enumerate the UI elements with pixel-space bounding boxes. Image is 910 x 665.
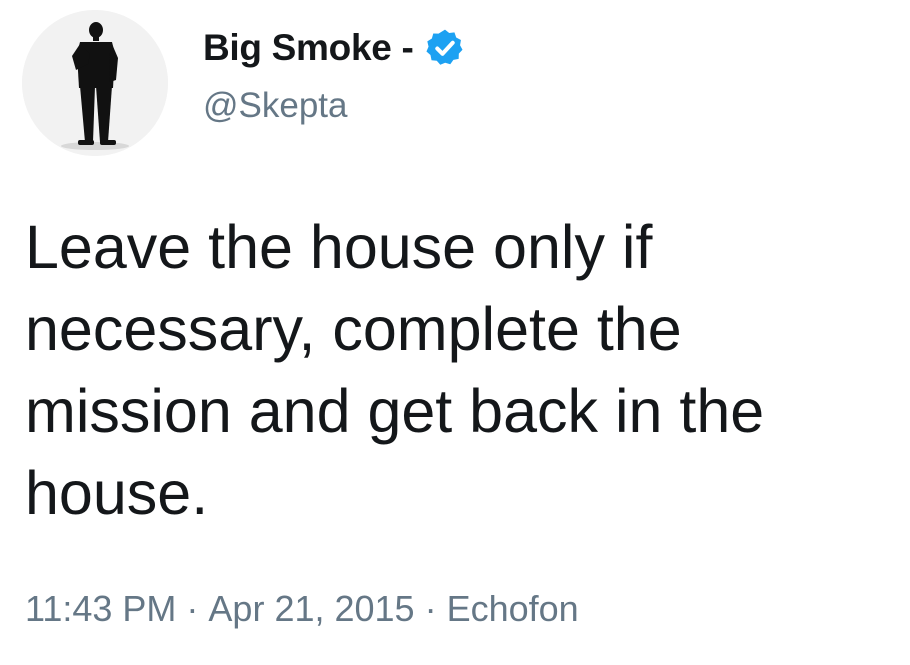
- avatar-silhouette-icon: [22, 10, 168, 156]
- tweet-time[interactable]: 11:43 PM: [25, 588, 176, 629]
- meta-separator: ·: [186, 588, 199, 629]
- verified-badge-icon: [424, 27, 466, 69]
- tweet-date[interactable]: Apr 21, 2015: [208, 588, 414, 629]
- name-row: Big Smoke -: [203, 24, 466, 72]
- avatar[interactable]: [22, 10, 168, 156]
- user-handle[interactable]: @Skepta: [203, 86, 466, 126]
- meta-separator: ·: [424, 588, 437, 629]
- tweet-text: Leave the house only if necessary, compl…: [25, 213, 765, 527]
- tweet-source[interactable]: Echofon: [447, 588, 579, 629]
- tweet-meta: 11:43 PM · Apr 21, 2015 · Echofon: [25, 588, 579, 630]
- tweet-header: Big Smoke - @Skepta: [203, 24, 466, 126]
- tweet-card: Big Smoke - @Skepta Leave the house only…: [0, 0, 910, 665]
- display-name[interactable]: Big Smoke -: [203, 27, 414, 69]
